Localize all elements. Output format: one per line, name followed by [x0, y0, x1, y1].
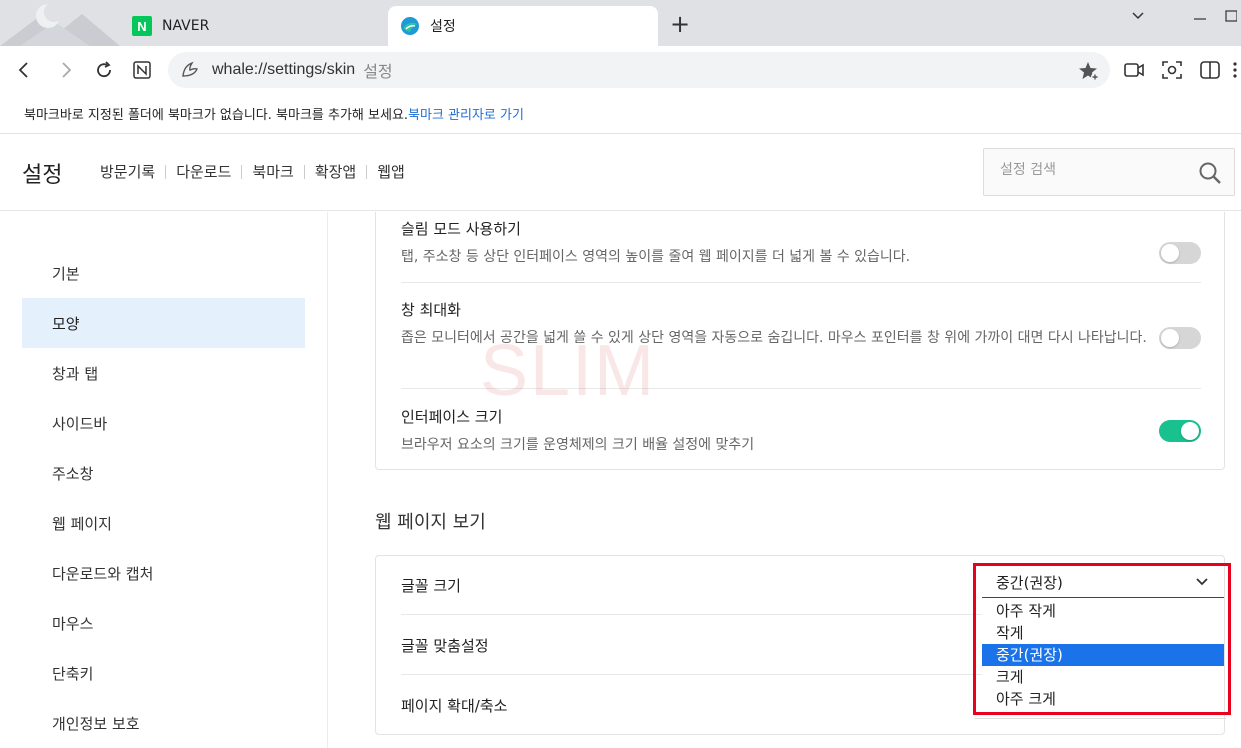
slim-mode-toggle[interactable]	[1159, 242, 1201, 264]
search-icon[interactable]	[1198, 161, 1222, 185]
sidebar-item-windows-tabs[interactable]: 창과 탭	[22, 348, 305, 398]
sidebar-toggle-icon[interactable]	[1196, 56, 1224, 84]
settings-sidebar: 기본 모양 창과 탭 사이드바 주소창 웹 페이지 다운로드와 캡처 마우스 단…	[0, 212, 328, 748]
settings-search-input[interactable]	[1000, 162, 1190, 178]
nav-separator	[241, 164, 243, 179]
interface-size-row: 인터페이스 크기 브라우저 요소의 크기를 운영체제의 크기 배율 설정에 맞추…	[401, 406, 1201, 457]
toggle-knob	[1161, 329, 1179, 347]
maximize-title: 창 최대화	[401, 301, 461, 319]
settings-top-nav: 방문기록 다운로드 북마크 확장앱 웹앱	[100, 161, 405, 182]
tab-naver[interactable]: N NAVER	[120, 6, 380, 46]
video-icon[interactable]	[1120, 56, 1148, 84]
whale-logo-icon	[0, 0, 120, 46]
nav-downloads[interactable]: 다운로드	[176, 161, 231, 182]
font-size-selected-value: 중간(권장)	[996, 574, 1063, 592]
bookmark-manager-link[interactable]: 북마크 관리자로 가기	[408, 104, 524, 123]
bookmark-star-icon[interactable]	[1078, 60, 1100, 82]
interface-size-description: 브라우저 요소의 크기를 운영체제의 크기 배율 설정에 맞추기	[401, 437, 755, 453]
nav-history[interactable]: 방문기록	[100, 161, 155, 182]
tab-label: NAVER	[162, 18, 210, 34]
minimize-button[interactable]	[1180, 2, 1220, 30]
sidebar-item-privacy[interactable]: 개인정보 보호	[22, 698, 305, 748]
browser-toolbar: whale://settings/skin 설정	[0, 46, 1241, 94]
sidebar-item-appearance[interactable]: 모양	[22, 298, 305, 348]
new-tab-button[interactable]: +	[666, 10, 694, 38]
font-size-option-very-large[interactable]: 아주 크게	[982, 688, 1224, 710]
interface-size-toggle[interactable]	[1159, 420, 1201, 442]
capture-icon[interactable]	[1158, 56, 1186, 84]
settings-search	[983, 148, 1235, 196]
maximize-button[interactable]	[1221, 2, 1241, 30]
sidebar-item-address-bar[interactable]: 주소창	[22, 448, 305, 498]
tab-settings[interactable]: 설정	[388, 6, 658, 46]
reload-button[interactable]	[90, 56, 118, 84]
naver-home-icon[interactable]	[128, 56, 156, 84]
nav-separator	[165, 164, 167, 179]
font-size-select[interactable]: 중간(권장)	[982, 568, 1224, 598]
nav-separator	[366, 164, 368, 179]
webview-section-title: 웹 페이지 보기	[375, 512, 486, 533]
bookmark-empty-message: 북마크바로 지정된 폴더에 북마크가 없습니다. 북마크를 추가해 보세요.	[24, 108, 409, 123]
url-text: whale://settings/skin	[212, 61, 356, 78]
whale-favicon-icon	[400, 16, 420, 36]
font-size-option-large[interactable]: 크게	[982, 666, 1224, 688]
page-name-text: 설정	[363, 62, 393, 81]
font-size-options-list: 아주 작게 작게 중간(권장) 크게 아주 크게	[982, 600, 1224, 710]
nav-bookmarks[interactable]: 북마크	[252, 161, 293, 182]
sidebar-item-basic[interactable]: 기본	[22, 248, 305, 298]
tab-label: 설정	[430, 19, 456, 35]
sidebar-item-web-page[interactable]: 웹 페이지	[22, 498, 305, 548]
slim-mode-row: 슬림 모드 사용하기 탭, 주소창 등 상단 인터페이스 영역의 높이를 줄여 …	[401, 218, 1201, 269]
nav-extensions[interactable]: 확장앱	[315, 161, 356, 182]
nav-webapps[interactable]: 웹앱	[377, 161, 405, 182]
slim-mode-title: 슬림 모드 사용하기	[401, 220, 521, 238]
font-size-option-small[interactable]: 작게	[982, 622, 1224, 644]
toggle-knob	[1161, 244, 1179, 262]
sidebar-item-mouse[interactable]: 마우스	[22, 598, 305, 648]
toggle-knob	[1181, 422, 1199, 440]
sidebar-item-shortcuts[interactable]: 단축키	[22, 648, 305, 698]
naver-favicon-icon: N	[132, 16, 152, 36]
chevron-down-icon	[1194, 574, 1210, 590]
slim-mode-description: 탭, 주소창 등 상단 인터페이스 영역의 높이를 줄여 웹 페이지를 더 넓게…	[401, 249, 911, 265]
sidebar-item-sidebar[interactable]: 사이드바	[22, 398, 305, 448]
tab-strip: N NAVER 설정 +	[0, 0, 1241, 46]
sidebar-item-download-capture[interactable]: 다운로드와 캡처	[22, 548, 305, 598]
more-menu-icon[interactable]	[1228, 56, 1241, 84]
tab-list-chevron-icon[interactable]	[1118, 2, 1158, 30]
bookmark-bar: 북마크바로 지정된 폴더에 북마크가 없습니다. 북마크를 추가해 보세요. 북…	[0, 94, 1241, 134]
page-title: 설정	[22, 163, 63, 188]
slim-watermark: SLIM	[480, 331, 657, 411]
whale-site-icon	[180, 60, 200, 80]
zoom-select-edge	[975, 715, 1226, 719]
row-divider	[401, 282, 1201, 283]
nav-separator	[303, 164, 305, 179]
maximize-toggle[interactable]	[1159, 327, 1201, 349]
font-size-option-very-small[interactable]: 아주 작게	[982, 600, 1224, 622]
forward-button[interactable]	[52, 56, 80, 84]
font-size-option-medium[interactable]: 중간(권장)	[982, 644, 1224, 666]
back-button[interactable]	[10, 56, 38, 84]
address-bar[interactable]: whale://settings/skin 설정	[168, 52, 1110, 88]
settings-header: 설정 방문기록 다운로드 북마크 확장앱 웹앱	[0, 135, 1241, 211]
